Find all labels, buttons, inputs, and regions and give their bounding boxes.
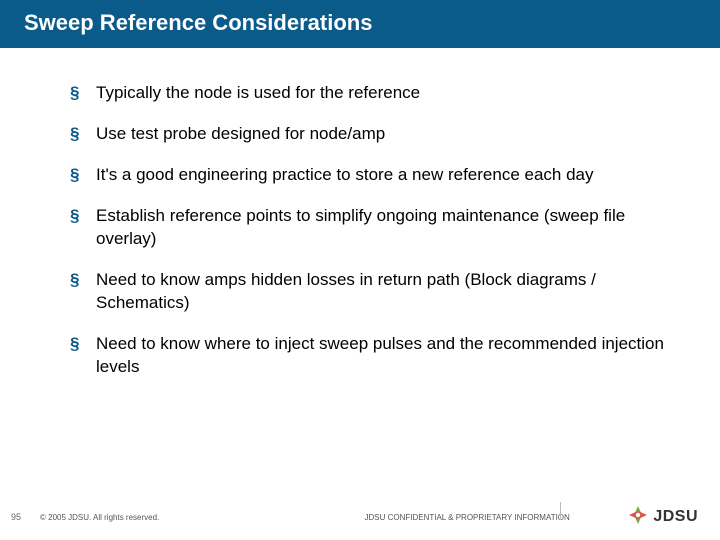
logo: JDSU bbox=[627, 504, 704, 531]
bullet-item: Need to know amps hidden losses in retur… bbox=[70, 269, 680, 315]
logo-icon bbox=[627, 504, 649, 531]
bullet-item: Typically the node is used for the refer… bbox=[70, 82, 680, 105]
bullet-list: Typically the node is used for the refer… bbox=[70, 82, 680, 378]
title-bar: Sweep Reference Considerations bbox=[0, 0, 720, 48]
bullet-item: Use test probe designed for node/amp bbox=[70, 123, 680, 146]
bullet-item: Establish reference points to simplify o… bbox=[70, 205, 680, 251]
copyright-text: © 2005 JDSU. All rights reserved. bbox=[32, 513, 307, 522]
slide: Sweep Reference Considerations Typically… bbox=[0, 0, 720, 540]
footer-separator bbox=[560, 502, 561, 520]
footer: 95 © 2005 JDSU. All rights reserved. JDS… bbox=[0, 500, 720, 540]
logo-text: JDSU bbox=[653, 508, 698, 526]
confidential-text: JDSU CONFIDENTIAL & PROPRIETARY INFORMAT… bbox=[307, 513, 627, 522]
slide-title: Sweep Reference Considerations bbox=[24, 10, 372, 35]
bullet-item: It's a good engineering practice to stor… bbox=[70, 164, 680, 187]
page-number: 95 bbox=[0, 512, 32, 522]
bullet-item: Need to know where to inject sweep pulse… bbox=[70, 333, 680, 379]
slide-body: Typically the node is used for the refer… bbox=[0, 48, 720, 500]
